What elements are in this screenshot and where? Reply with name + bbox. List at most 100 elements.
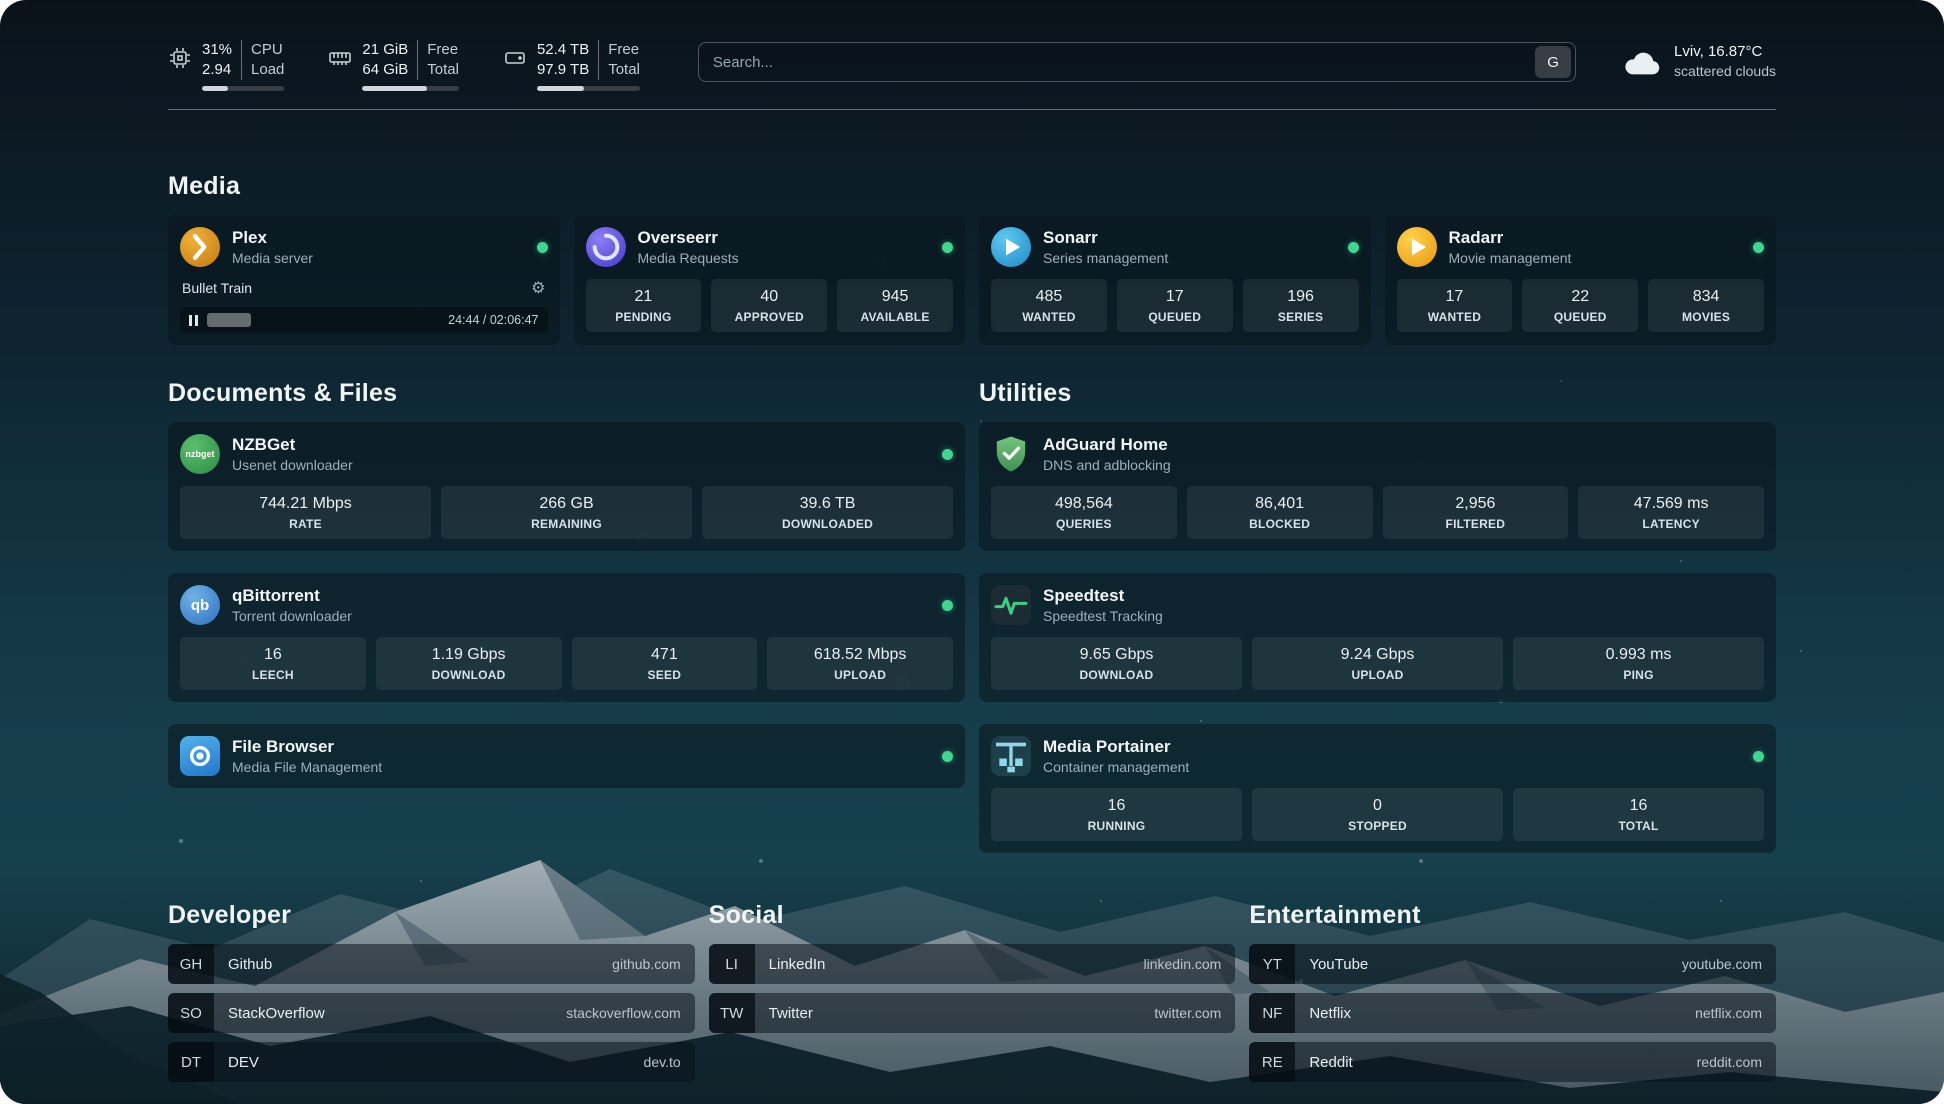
disk-monitor: 52.4 TB 97.9 TB Free Total (503, 40, 640, 91)
stat-tile: 485 WANTED (991, 279, 1107, 332)
stat-value: 834 (1652, 288, 1760, 306)
stat-tile: 40 APPROVED (711, 279, 827, 332)
bookmark-netflix[interactable]: NF Netflix netflix.com (1249, 993, 1776, 1033)
bookmark-stackoverflow[interactable]: SO StackOverflow stackoverflow.com (168, 993, 695, 1033)
bookmark-name: LinkedIn (755, 956, 1144, 973)
stat-value: 17 (1401, 288, 1509, 306)
stat-label: SERIES (1247, 310, 1355, 324)
status-dot (1348, 242, 1359, 253)
disk-total-value: 97.9 TB (537, 60, 589, 80)
stat-value: 0.993 ms (1517, 646, 1760, 664)
stat-label: PING (1517, 668, 1760, 682)
bookmark-name: Twitter (755, 1005, 1155, 1022)
bookmark-url: reddit.com (1697, 1054, 1776, 1070)
stat-value: 86,401 (1191, 495, 1369, 513)
bookmark-youtube[interactable]: YT YouTube youtube.com (1249, 944, 1776, 984)
bookmark-twitter[interactable]: TW Twitter twitter.com (709, 993, 1236, 1033)
section-heading-documents: Documents & Files (168, 379, 965, 408)
stat-label: REMAINING (445, 517, 688, 531)
disk-free-value: 52.4 TB (537, 40, 589, 60)
stat-label: QUEUED (1121, 310, 1229, 324)
stat-label: STOPPED (1256, 819, 1499, 833)
bookmark-abbr: DT (168, 1042, 214, 1082)
stat-label: DOWNLOADED (706, 517, 949, 531)
service-card-radarr[interactable]: Radarr Movie management 17 WANTED 22 QUE… (1385, 215, 1777, 345)
cpu-usage-label: CPU (251, 40, 284, 60)
section-heading-social: Social (709, 901, 1236, 930)
service-subtitle: Usenet downloader (232, 456, 353, 474)
bookmark-github[interactable]: GH Github github.com (168, 944, 695, 984)
stat-value: 40 (715, 288, 823, 306)
adguard-icon (991, 434, 1031, 474)
section-heading-developer: Developer (168, 901, 695, 930)
search-provider-button[interactable]: G (1535, 46, 1571, 78)
service-card-overseerr[interactable]: Overseerr Media Requests 21 PENDING 40 A… (574, 215, 966, 345)
stat-tile: 47.569 ms LATENCY (1578, 486, 1764, 539)
stat-tile: 1.19 Gbps DOWNLOAD (376, 637, 562, 690)
service-card-adguard[interactable]: AdGuard Home DNS and adblocking 498,564 … (979, 422, 1776, 551)
stat-tile: 22 QUEUED (1522, 279, 1638, 332)
service-card-speedtest[interactable]: Speedtest Speedtest Tracking 9.65 Gbps D… (979, 573, 1776, 702)
service-card-nzbget[interactable]: nzbget NZBGet Usenet downloader 744.21 M… (168, 422, 965, 551)
sonarr-icon (991, 227, 1031, 267)
status-dot (537, 242, 548, 253)
search-input[interactable] (713, 54, 1535, 71)
stat-tile: 0.993 ms PING (1513, 637, 1764, 690)
service-title: Speedtest (1043, 585, 1163, 606)
stat-value: 485 (995, 288, 1103, 306)
status-dot (942, 242, 953, 253)
memory-icon (328, 46, 352, 70)
stat-value: 16 (1517, 797, 1760, 815)
disk-icon (503, 46, 527, 70)
service-card-qbittorrent[interactable]: qb qBittorrent Torrent downloader 16 LEE… (168, 573, 965, 702)
section-heading-utilities: Utilities (979, 379, 1776, 408)
service-title: Radarr (1449, 227, 1572, 248)
stat-tile: 618.52 Mbps UPLOAD (767, 637, 953, 690)
stat-label: UPLOAD (1256, 668, 1499, 682)
stat-label: FILTERED (1387, 517, 1565, 531)
playback-time: 24:44 / 02:06:47 (448, 313, 538, 327)
weather-location: Lviv, 16.87°C (1674, 42, 1776, 62)
service-subtitle: Media Requests (638, 249, 739, 267)
service-subtitle: Container management (1043, 758, 1189, 776)
cpu-monitor: 31% 2.94 CPU Load (168, 40, 284, 91)
memory-progress-bar (362, 86, 459, 91)
bookmarks-developer: Developer GH Github github.com SO StackO… (168, 901, 695, 1082)
bookmark-dev[interactable]: DT DEV dev.to (168, 1042, 695, 1082)
bookmark-name: YouTube (1295, 956, 1682, 973)
stat-label: BLOCKED (1191, 517, 1369, 531)
stat-tile: 17 WANTED (1397, 279, 1513, 332)
stat-value: 196 (1247, 288, 1355, 306)
status-dot (942, 600, 953, 611)
stat-value: 22 (1526, 288, 1634, 306)
status-dot (942, 751, 953, 762)
service-subtitle: Series management (1043, 249, 1168, 267)
bookmark-abbr: TW (709, 993, 755, 1033)
section-heading-media: Media (168, 172, 1776, 201)
stat-label: LEECH (184, 668, 362, 682)
stat-value: 21 (590, 288, 698, 306)
stat-tile: 0 STOPPED (1252, 788, 1503, 841)
stat-value: 16 (184, 646, 362, 664)
bookmarks-social: Social LI LinkedIn linkedin.com TW Twitt… (709, 901, 1236, 1082)
service-card-filebrowser[interactable]: File Browser Media File Management (168, 724, 965, 788)
playback-bar: 24:44 / 02:06:47 (180, 307, 548, 333)
stat-value: 16 (995, 797, 1238, 815)
service-card-sonarr[interactable]: Sonarr Series management 485 WANTED 17 Q… (979, 215, 1371, 345)
pause-icon[interactable] (189, 315, 198, 326)
qbittorrent-icon: qb (180, 585, 220, 625)
service-title: NZBGet (232, 434, 353, 455)
playback-progress (207, 307, 439, 333)
bookmark-reddit[interactable]: RE Reddit reddit.com (1249, 1042, 1776, 1082)
bookmark-linkedin[interactable]: LI LinkedIn linkedin.com (709, 944, 1236, 984)
service-card-plex[interactable]: Plex Media server Bullet Train ⚙ (168, 215, 560, 345)
bookmark-url: stackoverflow.com (566, 1005, 694, 1021)
stat-tile: 266 GB REMAINING (441, 486, 692, 539)
gear-icon[interactable]: ⚙ (531, 278, 545, 298)
bookmark-abbr: YT (1249, 944, 1295, 984)
service-card-portainer[interactable]: Media Portainer Container management 16 … (979, 724, 1776, 853)
stat-label: DOWNLOAD (380, 668, 558, 682)
stat-label: MOVIES (1652, 310, 1760, 324)
bookmark-url: netflix.com (1695, 1005, 1776, 1021)
stat-tile: 744.21 Mbps RATE (180, 486, 431, 539)
